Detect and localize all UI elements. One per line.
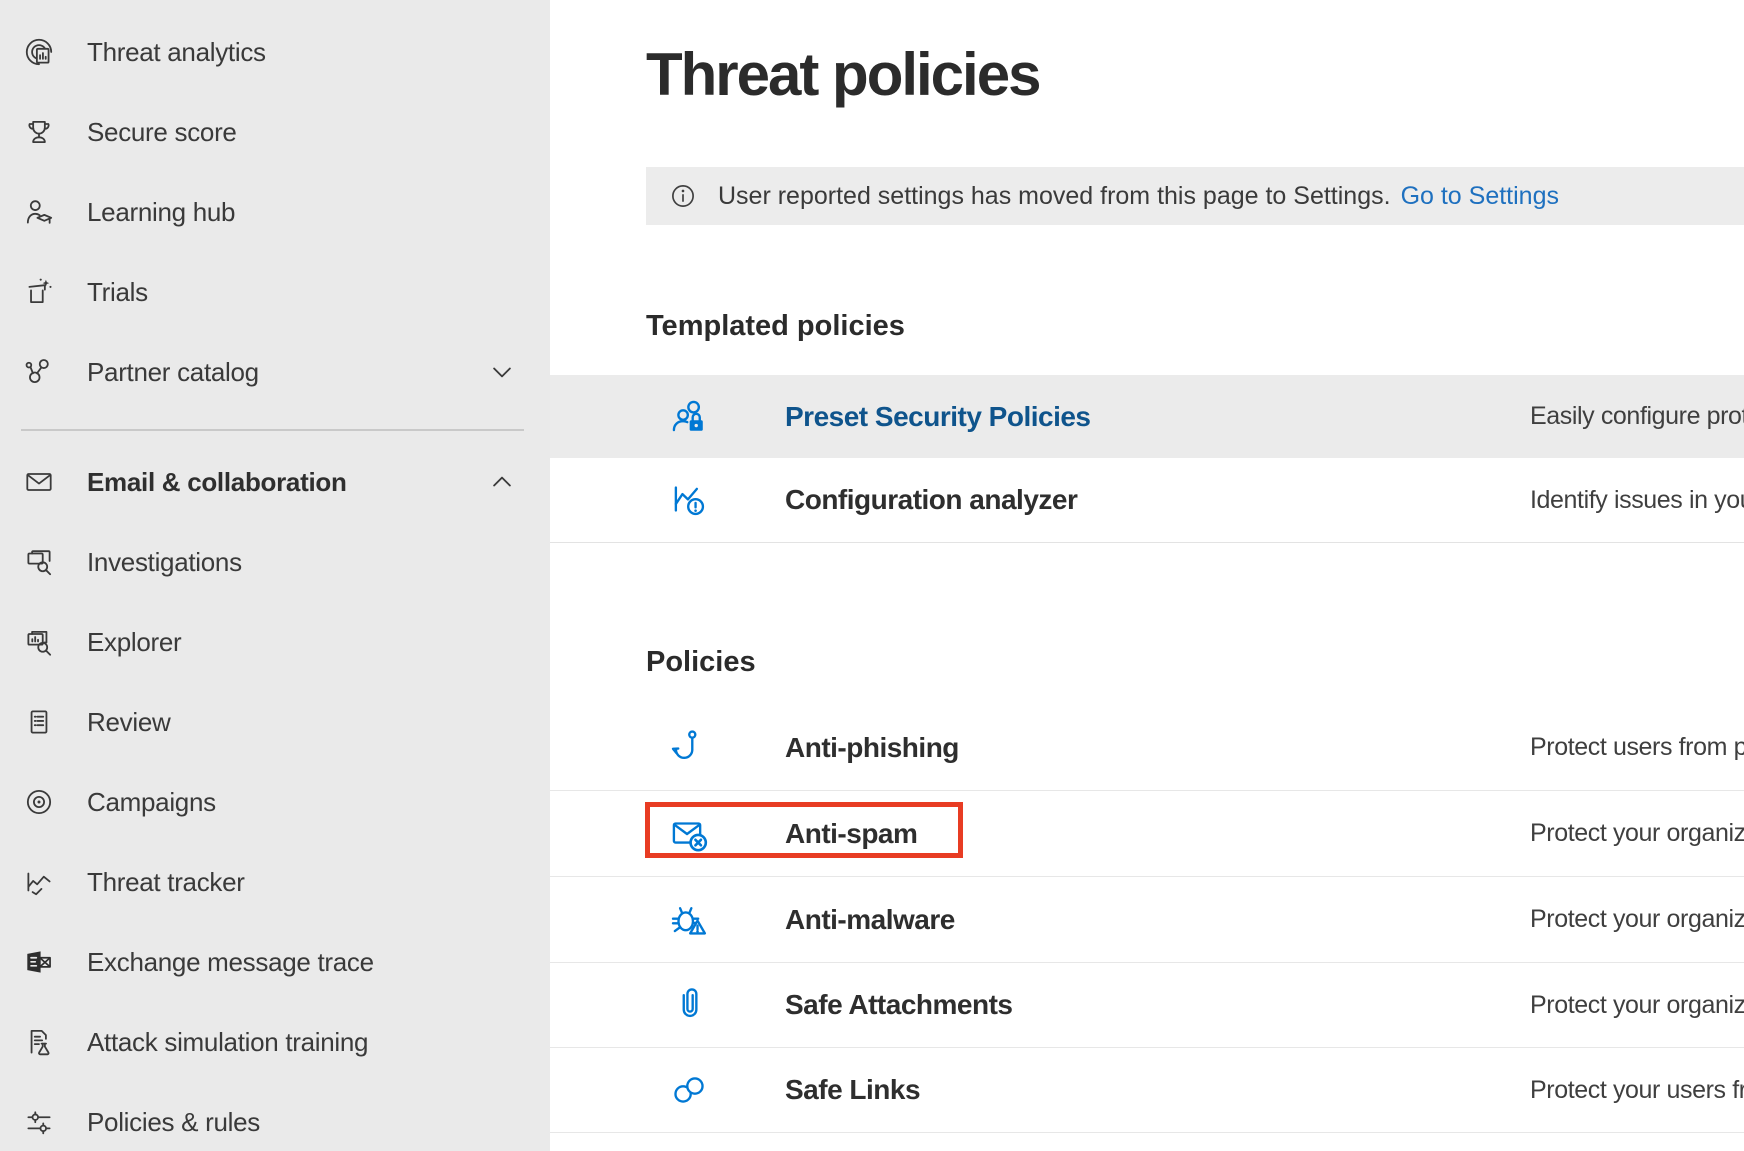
- sidebar-item-label: Investigations: [87, 547, 242, 578]
- partner-catalog-icon: [22, 355, 56, 389]
- bug-warning-icon: [668, 899, 710, 941]
- sidebar-item-label: Trials: [87, 277, 148, 308]
- row-description: Protect your organiz: [1530, 905, 1744, 934]
- sidebar-item-label: Partner catalog: [87, 357, 259, 388]
- sidebar-item-label: Exchange message trace: [87, 947, 374, 978]
- envelope-icon: [22, 465, 56, 499]
- fish-hook-icon: [668, 727, 710, 769]
- info-banner: User reported settings has moved from th…: [646, 167, 1744, 225]
- main-content: Threat policies User reported settings h…: [550, 0, 1744, 1151]
- sidebar-item-label: Secure score: [87, 117, 237, 148]
- chart-trend-icon: [22, 865, 56, 899]
- paperclip-icon: [668, 984, 710, 1026]
- sliders-icon: [22, 1105, 56, 1139]
- trials-gift-icon: [22, 275, 56, 309]
- trophy-icon: [22, 115, 56, 149]
- sidebar-item-learning-hub[interactable]: Learning hub: [0, 172, 550, 252]
- chevron-down-icon[interactable]: [488, 358, 516, 386]
- investigations-icon: [22, 545, 56, 579]
- chain-links-icon: [668, 1069, 710, 1111]
- sidebar-item-secure-score[interactable]: Secure score: [0, 92, 550, 172]
- sidebar-item-threat-tracker[interactable]: Threat tracker: [0, 842, 550, 922]
- row-label: Anti-spam: [785, 818, 917, 850]
- threat-policies-page: Threat analytics Secure score Learning h…: [0, 0, 1744, 1151]
- document-flask-icon: [22, 1025, 56, 1059]
- sidebar-item-explorer[interactable]: Explorer: [0, 602, 550, 682]
- row-description: Easily configure prot: [1530, 402, 1744, 431]
- sidebar-item-attack-simulation-training[interactable]: Attack simulation training: [0, 1002, 550, 1082]
- row-preset-security-policies[interactable]: Preset Security Policies Easily configur…: [550, 375, 1744, 458]
- sidebar-item-threat-analytics[interactable]: Threat analytics: [0, 12, 550, 92]
- mail-block-icon: [668, 813, 710, 855]
- row-label: Anti-phishing: [785, 732, 959, 764]
- sidebar-item-exchange-message-trace[interactable]: Exchange message trace: [0, 922, 550, 1002]
- explorer-icon: [22, 625, 56, 659]
- sidebar-item-campaigns[interactable]: Campaigns: [0, 762, 550, 842]
- go-to-settings-link[interactable]: Go to Settings: [1401, 182, 1559, 211]
- row-safe-attachments[interactable]: Safe Attachments Protect your organiz: [550, 963, 1744, 1048]
- banner-message: User reported settings has moved from th…: [718, 182, 1391, 211]
- exchange-logo-icon: [22, 945, 56, 979]
- sidebar-item-policies-rules[interactable]: Policies & rules: [0, 1082, 550, 1151]
- row-anti-spam[interactable]: Anti-spam Protect your organiz: [550, 791, 1744, 877]
- sidebar-item-label: Review: [87, 707, 170, 738]
- row-label: Anti-malware: [785, 904, 955, 936]
- sidebar-item-label: Attack simulation training: [87, 1027, 368, 1058]
- sidebar-item-label: Threat analytics: [87, 37, 266, 68]
- row-safe-links[interactable]: Safe Links Protect your users fr: [550, 1048, 1744, 1133]
- row-label: Configuration analyzer: [785, 484, 1077, 516]
- sidebar-item-label: Email & collaboration: [87, 467, 347, 498]
- chevron-up-icon[interactable]: [488, 468, 516, 496]
- row-description: Identify issues in you: [1530, 486, 1744, 515]
- sidebar-item-label: Explorer: [87, 627, 181, 658]
- policies-heading: Policies: [646, 646, 756, 679]
- sidebar-item-investigations[interactable]: Investigations: [0, 522, 550, 602]
- row-anti-phishing[interactable]: Anti-phishing Protect users from p: [550, 705, 1744, 791]
- sidebar: Threat analytics Secure score Learning h…: [0, 0, 550, 1151]
- row-description: Protect your organiz: [1530, 819, 1744, 848]
- threat-analytics-icon: [22, 35, 56, 69]
- sidebar-item-partner-catalog[interactable]: Partner catalog: [0, 332, 550, 412]
- sidebar-item-trials[interactable]: Trials: [0, 252, 550, 332]
- row-description: Protect your organiz: [1530, 991, 1744, 1020]
- info-icon: [668, 181, 698, 211]
- people-lock-icon: [668, 396, 710, 438]
- sidebar-item-label: Threat tracker: [87, 867, 245, 898]
- chart-alert-icon: [668, 479, 710, 521]
- sidebar-item-email-collaboration[interactable]: Email & collaboration: [0, 442, 550, 522]
- sidebar-divider: [21, 429, 524, 431]
- row-label: Preset Security Policies: [785, 401, 1091, 433]
- templated-policies-heading: Templated policies: [646, 310, 905, 343]
- page-title: Threat policies: [646, 42, 1039, 108]
- row-description: Protect your users fr: [1530, 1076, 1744, 1105]
- learning-hub-icon: [22, 195, 56, 229]
- row-label: Safe Links: [785, 1074, 920, 1106]
- sidebar-item-review[interactable]: Review: [0, 682, 550, 762]
- sidebar-item-label: Policies & rules: [87, 1107, 260, 1138]
- sidebar-item-label: Learning hub: [87, 197, 235, 228]
- sidebar-item-label: Campaigns: [87, 787, 216, 818]
- row-description: Protect users from p: [1530, 733, 1744, 762]
- row-configuration-analyzer[interactable]: Configuration analyzer Identify issues i…: [550, 458, 1744, 543]
- bullseye-icon: [22, 785, 56, 819]
- review-list-icon: [22, 705, 56, 739]
- row-anti-malware[interactable]: Anti-malware Protect your organiz: [550, 877, 1744, 963]
- row-label: Safe Attachments: [785, 989, 1012, 1021]
